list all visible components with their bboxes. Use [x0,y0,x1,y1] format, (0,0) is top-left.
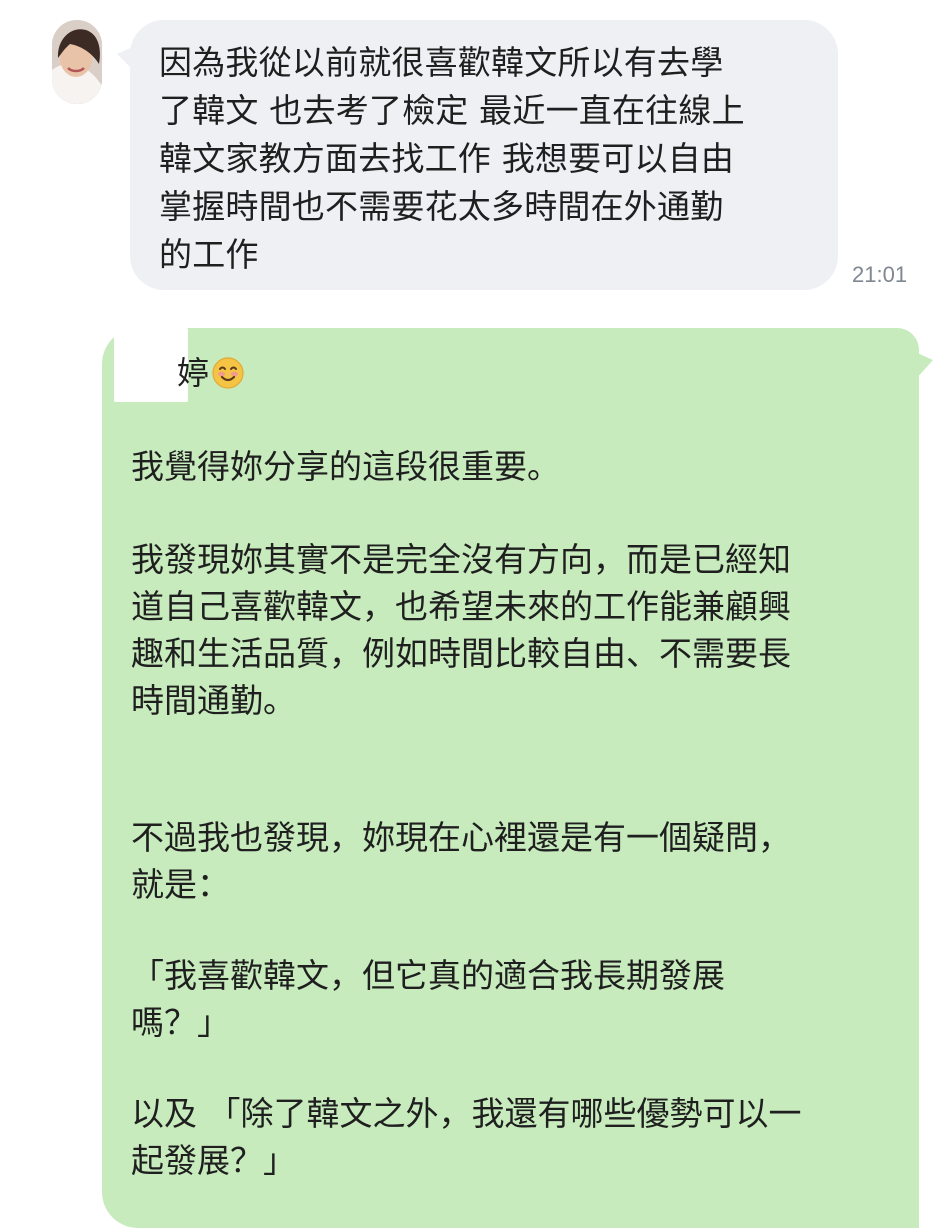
message-paragraph-1: 我覺得妳分享的這段很重要。 [131,447,560,486]
incoming-message-bubble[interactable]: 因為我從以前就很喜歡韓文所以有去學 了韓文 也去考了檢定 最近一直在往線上 韓文… [117,20,838,290]
message-paragraph-2: 我發現妳其實不是完全沒有方向，而是已經知 道自己喜歡韓文，也希望未來的工作能兼顧… [131,540,791,720]
contact-avatar[interactable] [52,20,102,104]
greeting-name-fragment: 婷 [177,354,210,392]
smiling-face-icon [212,357,244,389]
message-timestamp: 21:01 [852,262,908,287]
message-paragraph-5: 以及 「除了韓文之外，我還有哪些優勢可以一 起發展？」 [131,1094,802,1180]
message-paragraph-3: 不過我也發現，妳現在心裡還是有一個疑問， 就是： [131,818,791,904]
outgoing-message-bubble[interactable]: 婷 我覺得妳分享的這段很重要。 我發現妳其實不是完全沒有方向，而是已經知 道自己… [102,328,933,1228]
message-paragraph-4: 「我喜歡韓文，但它真的適合我長期發展 嗎？」 [131,956,725,1042]
incoming-message-text: 因為我從以前就很喜歡韓文所以有去學 了韓文 也去考了檢定 最近一直在往線上 韓文… [159,43,745,274]
message-greeting-line: 婷 [177,352,245,394]
avatar-image [52,20,102,104]
